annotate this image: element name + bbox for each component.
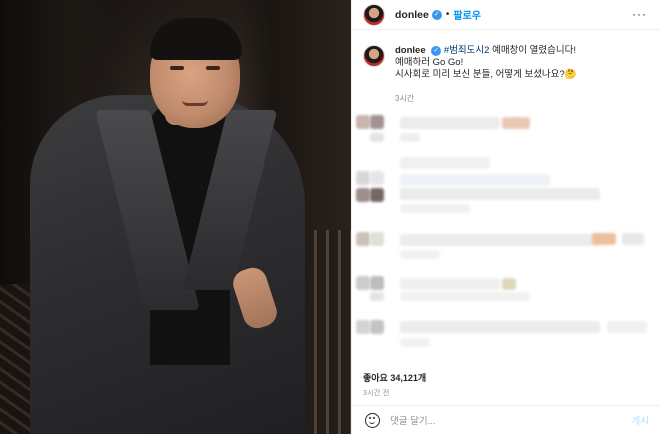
post-header: donlee ✓ • 팔로우 ···: [352, 0, 660, 30]
post-caption: donlee ✓ #범죄도시2 예매창이 열렸습니다! 예매하러 Go Go! …: [363, 45, 653, 105]
comment-avatar: [356, 115, 370, 129]
caption-text: donlee ✓ #범죄도시2 예매창이 열렸습니다! 예매하러 Go Go! …: [395, 45, 577, 105]
comment-text: [622, 233, 644, 245]
comment-text: [607, 321, 647, 333]
comment-text: [400, 117, 500, 129]
comment-avatar: [356, 171, 370, 185]
caption-line3: 시사회로 미리 보신 분들, 어떻게 보셨나요?🤔: [395, 69, 577, 80]
caption-username[interactable]: donlee: [395, 45, 426, 56]
post-comment-button[interactable]: 게시: [632, 413, 649, 427]
comment-input[interactable]: 댓글 달기...: [390, 413, 632, 427]
photo-hair: [150, 18, 242, 60]
comment-text: [400, 133, 420, 142]
comment-text: [400, 321, 600, 333]
comment-text: [400, 174, 550, 186]
comment-text: [400, 188, 600, 200]
avatar[interactable]: [363, 3, 385, 26]
comment-avatar: [370, 171, 384, 185]
comment-text: [370, 133, 384, 142]
header-username[interactable]: donlee: [395, 9, 429, 21]
comment-text: [400, 292, 530, 301]
comment-text: [502, 278, 516, 290]
comment-text: [400, 204, 470, 213]
post-side-panel: donlee ✓ • 팔로우 ··· donlee ✓ #범죄도시2 예매창이 …: [351, 0, 660, 434]
header-separator: •: [445, 9, 450, 20]
comment-bar: 댓글 달기... 게시: [352, 405, 660, 434]
caption-hashtag[interactable]: #범죄도시2: [444, 45, 490, 56]
post-time-ago[interactable]: 3시간 전: [363, 388, 390, 398]
comment-text: [400, 278, 500, 290]
comment-text: [502, 117, 530, 129]
instagram-post: donlee ✓ • 팔로우 ··· donlee ✓ #범죄도시2 예매창이 …: [0, 0, 660, 434]
caption-avatar[interactable]: [363, 45, 385, 67]
photo-eye-right: [206, 66, 220, 70]
caption-line2: 예매하러 Go Go!: [395, 57, 464, 68]
post-photo[interactable]: [0, 0, 351, 434]
comment-avatar: [356, 276, 370, 290]
comment-text: [592, 233, 616, 245]
comment-avatar: [370, 232, 384, 246]
caption-time: 3시간: [395, 94, 415, 103]
comment-avatar: [370, 276, 384, 290]
comment-avatar: [370, 188, 384, 202]
likes-count[interactable]: 좋아요 34,121개: [363, 371, 426, 384]
comment-text: [400, 250, 440, 259]
comment-avatar: [370, 320, 384, 334]
verified-badge-icon: ✓: [431, 9, 442, 20]
comment-avatar: [356, 232, 370, 246]
photo-mouth: [182, 100, 208, 106]
follow-button[interactable]: 팔로우: [453, 7, 481, 22]
smile-icon[interactable]: [365, 412, 380, 428]
comment-text: [400, 338, 430, 347]
comment-text: [370, 292, 384, 301]
comment-avatar: [356, 320, 370, 334]
more-options-icon[interactable]: ···: [632, 7, 647, 21]
comment-avatar: [370, 115, 384, 129]
verified-badge-icon: ✓: [431, 46, 442, 56]
comment-avatar: [356, 188, 370, 202]
comment-text: [400, 157, 490, 169]
caption-line1: 예매창이 열렸습니다!: [489, 45, 577, 56]
photo-eye-left: [170, 66, 184, 70]
comment-text: [400, 234, 600, 246]
